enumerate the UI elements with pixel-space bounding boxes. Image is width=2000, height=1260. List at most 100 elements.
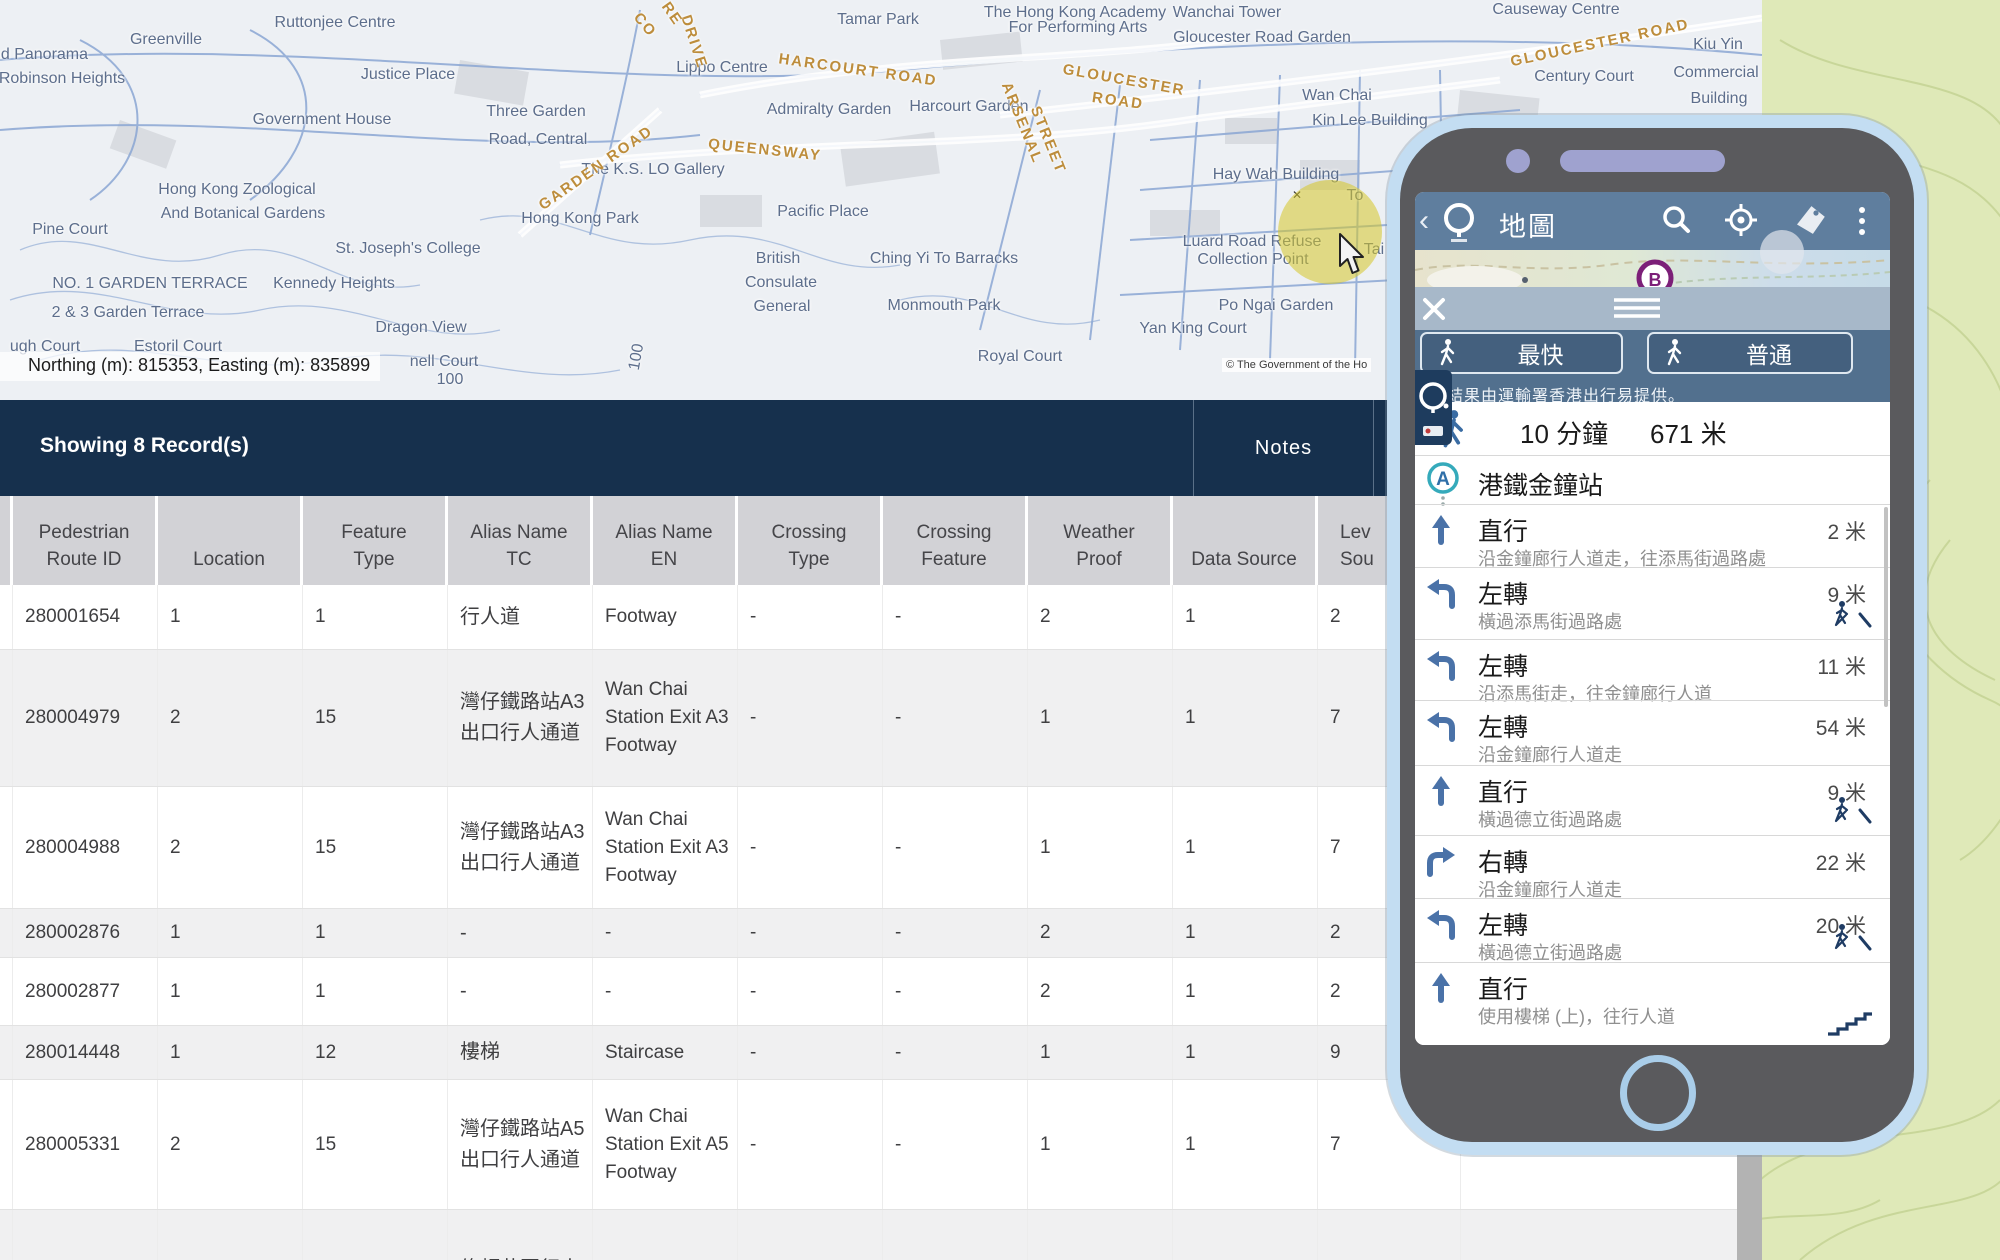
notes-button[interactable]: Notes (1193, 400, 1374, 496)
direction-step[interactable]: 右轉22 米沿金鐘廊行人道走 (1415, 835, 1890, 898)
cell-weather_proof: 2 (1028, 958, 1173, 1025)
cell-crossing_feature: - (883, 650, 1028, 786)
left-arrow-icon (1423, 574, 1459, 610)
map-label: Robinson Heights (0, 70, 125, 88)
route-mode-tabs: 最快 普通 結果由運輸署香港出行易提供。 (1415, 330, 1890, 402)
direction-step[interactable]: 直行2 米沿金鐘廊行人道走，往添馬街過路處 (1415, 504, 1890, 567)
map-label: Road, Central (489, 131, 588, 149)
map-label: Pine Court (32, 221, 108, 239)
cell-feature_type: 15 (303, 787, 448, 908)
tab-fastest[interactable]: 最快 (1420, 332, 1623, 374)
cell-id: 280005331 (13, 1080, 158, 1209)
cell-alias_tc: 樓梯 (448, 1026, 593, 1079)
cell-location: 2 (158, 1080, 303, 1209)
direction-step[interactable]: 左轉54 米沿金鐘廊行人道走 (1415, 700, 1890, 765)
cell-alias_en: Footway (593, 585, 738, 649)
origin-A-icon: A (1423, 461, 1463, 507)
map-label: Consulate (745, 274, 817, 292)
cell-weather_proof: 1 (1028, 1026, 1173, 1079)
map-label: Hong Kong Park (521, 210, 638, 228)
map-label: And Botanical Gardens (161, 205, 326, 223)
cell-data_source: 1 (1173, 787, 1318, 908)
map-label: Kennedy Heights (273, 275, 395, 293)
map-label: nell Court (410, 353, 478, 371)
step-detail: 沿金鐘廊行人道走 (1478, 741, 1622, 767)
cell-crossing_type: - (738, 585, 883, 649)
map-label: Monmouth Park (888, 297, 1001, 315)
cell-id: 280001654 (13, 585, 158, 649)
map-label: 2 & 3 Garden Terrace (52, 304, 205, 322)
column-header: Crossing Feature (883, 496, 1028, 585)
direction-step[interactable]: 左轉11 米沿添馬街走，往金鐘廊行人道 (1415, 639, 1890, 700)
cell-crossing_feature: - (883, 1026, 1028, 1079)
route-duration: 10 分鐘 (1520, 414, 1608, 451)
phone-speaker (1560, 150, 1725, 172)
direction-step[interactable]: 直行9 米橫過德立街過路處 (1415, 765, 1890, 835)
route-origin-row[interactable]: A 港鐵金鐘站 (1415, 455, 1890, 504)
gps-accuracy-blob (1760, 230, 1804, 274)
mini-map[interactable]: B (1415, 250, 1890, 287)
map-label: nd Panorama (0, 46, 88, 64)
step-action: 右轉 (1478, 843, 1528, 879)
map-label: Century Court (1534, 68, 1634, 86)
cell-crossing_feature: - (883, 958, 1028, 1025)
cell-id (13, 1210, 158, 1260)
direction-step[interactable]: 直行使用樓梯 (上)，往行人道 (1415, 962, 1890, 1045)
cell-location (158, 1210, 303, 1260)
step-action: 直行 (1478, 512, 1528, 548)
row-lead-cell (0, 1026, 13, 1079)
direction-step[interactable]: 左轉20 米橫過德立街過路處 (1415, 898, 1890, 962)
cell-crossing_feature: - (883, 1080, 1028, 1209)
app-header: ‹ 地圖 (1415, 192, 1890, 250)
map-label: Government House (253, 111, 392, 129)
route-summary-row[interactable]: 10 分鐘 671 米 (1415, 402, 1890, 455)
origin-name: 港鐵金鐘站 (1478, 466, 1603, 502)
home-button[interactable] (1620, 1055, 1696, 1131)
map-label: 100 (437, 371, 464, 389)
walk-icon (1663, 338, 1687, 368)
screen: Ruttonjee CentreGreenvillend PanoramaRob… (0, 0, 2000, 1260)
cell-crossing_feature (883, 1210, 1028, 1260)
row-lead-cell (0, 958, 13, 1025)
direction-step[interactable]: 左轉9 米橫過添馬街過路處 (1415, 567, 1890, 639)
hkemobility-logo-badge[interactable] (1415, 370, 1452, 445)
back-icon[interactable]: ‹ (1419, 204, 1429, 238)
step-action: 左轉 (1478, 906, 1528, 942)
map-label: Causeway Centre (1492, 1, 1619, 19)
route-distance: 671 米 (1650, 414, 1727, 451)
right-arrow-icon (1423, 842, 1459, 878)
list-scrollbar[interactable] (1884, 507, 1888, 707)
column-header: Location (158, 496, 303, 585)
step-distance: 11 米 (1817, 651, 1866, 681)
crossing-icon (1830, 923, 1874, 953)
drag-handle-icon[interactable] (1614, 297, 1660, 319)
close-icon[interactable] (1421, 296, 1447, 322)
left-arrow-icon (1423, 707, 1459, 743)
cell-alias_en: Staircase (593, 1026, 738, 1079)
column-header: Weather Proof (1028, 496, 1173, 585)
cell-alias_en: Wan Chai Station Exit A3 Footway (593, 650, 738, 786)
cell-crossing_type: - (738, 650, 883, 786)
table-row[interactable]: 修頓花園行人Southorn (0, 1210, 1737, 1260)
column-header: Pedestrian Route ID (13, 496, 158, 585)
map-label: Kiu Yin (1693, 36, 1743, 54)
map-label: General (754, 298, 811, 316)
left-arrow-icon (1423, 646, 1459, 682)
cell-feature_type: 15 (303, 1080, 448, 1209)
search-icon[interactable] (1658, 202, 1694, 238)
cell-alias_tc: 灣仔鐵路站A5 出口行人通道 (448, 1080, 593, 1209)
tab-normal[interactable]: 普通 (1647, 332, 1853, 374)
step-action: 直行 (1478, 970, 1528, 1006)
phone-camera (1506, 149, 1530, 173)
kebab-menu-icon[interactable] (1855, 202, 1869, 240)
column-header: Alias Name EN (593, 496, 738, 585)
locate-icon[interactable] (1723, 202, 1759, 238)
cell-alias_en: - (593, 958, 738, 1025)
tab-fastest-label: 最快 (1460, 336, 1621, 370)
crossing-icon (1830, 600, 1874, 630)
cell-data_source (1173, 1210, 1318, 1260)
cell-crossing_type: - (738, 958, 883, 1025)
cell-location: 1 (158, 1026, 303, 1079)
cell-alias_tc: 灣仔鐵路站A3 出口行人通道 (448, 787, 593, 908)
map-label: Three Garden (486, 103, 586, 121)
